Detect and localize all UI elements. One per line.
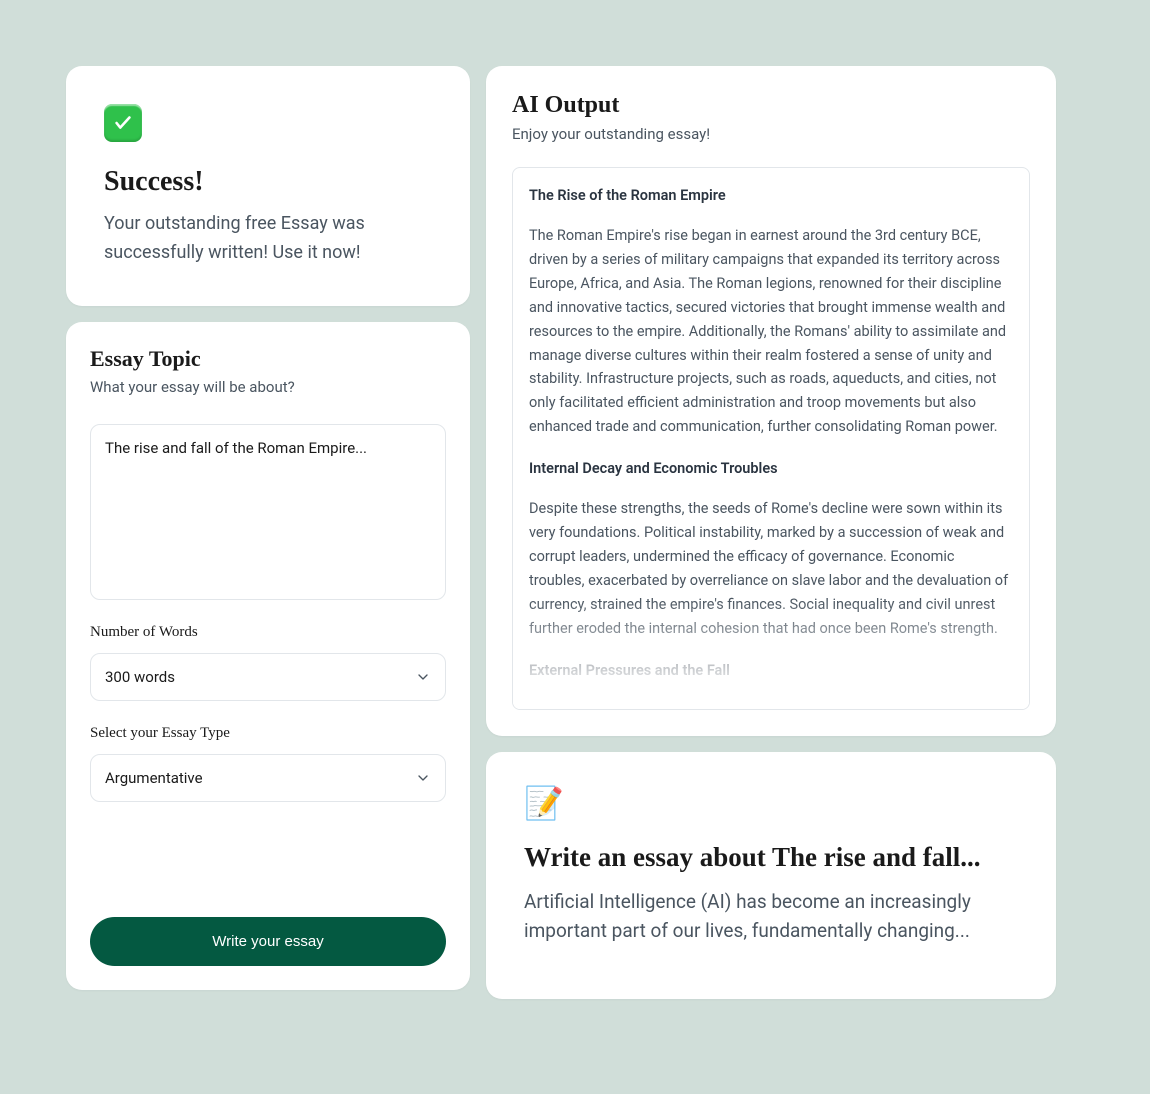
memo-icon: 📝	[524, 784, 1018, 822]
type-value: Argumentative	[105, 769, 203, 787]
output-title: AI Output	[512, 92, 1030, 119]
suggestion-title: Write an essay about The rise and fall..…	[524, 842, 1018, 873]
output-card: AI Output Enjoy your outstanding essay! …	[486, 66, 1056, 736]
essay-heading-2: Internal Decay and Economic Troubles	[529, 457, 1013, 481]
essay-paragraph-1: The Roman Empire's rise began in earnest…	[529, 224, 1013, 439]
checkmark-icon	[104, 104, 142, 142]
essay-content: The Rise of the Roman Empire The Roman E…	[529, 184, 1013, 710]
success-body: Your outstanding free Essay was successf…	[104, 210, 432, 268]
success-card: Success! Your outstanding free Essay was…	[66, 66, 470, 306]
write-essay-button[interactable]: Write your essay	[90, 917, 446, 966]
suggestion-card[interactable]: 📝 Write an essay about The rise and fall…	[486, 752, 1056, 999]
words-label: Number of Words	[90, 624, 446, 641]
chevron-down-icon	[415, 770, 431, 786]
essay-topic-input[interactable]	[90, 424, 446, 600]
essay-paragraph-3: Externally, the empire faced relentless …	[529, 699, 1013, 710]
form-card: Essay Topic What your essay will be abou…	[66, 322, 470, 990]
words-select[interactable]: 300 words	[90, 653, 446, 701]
output-subtitle: Enjoy your outstanding essay!	[512, 125, 1030, 143]
essay-type-select[interactable]: Argumentative	[90, 754, 446, 802]
form-subtitle: What your essay will be about?	[90, 378, 446, 396]
form-title: Essay Topic	[90, 346, 446, 372]
essay-paragraph-2: Despite these strengths, the seeds of Ro…	[529, 497, 1013, 641]
suggestion-body: Artificial Intelligence (AI) has become …	[524, 887, 1018, 946]
essay-output-box[interactable]: The Rise of the Roman Empire The Roman E…	[512, 167, 1030, 710]
chevron-down-icon	[415, 669, 431, 685]
words-value: 300 words	[105, 668, 175, 686]
essay-heading-1: The Rise of the Roman Empire	[529, 184, 1013, 208]
essay-heading-3: External Pressures and the Fall	[529, 659, 1013, 683]
success-title: Success!	[104, 166, 432, 198]
type-label: Select your Essay Type	[90, 725, 446, 742]
